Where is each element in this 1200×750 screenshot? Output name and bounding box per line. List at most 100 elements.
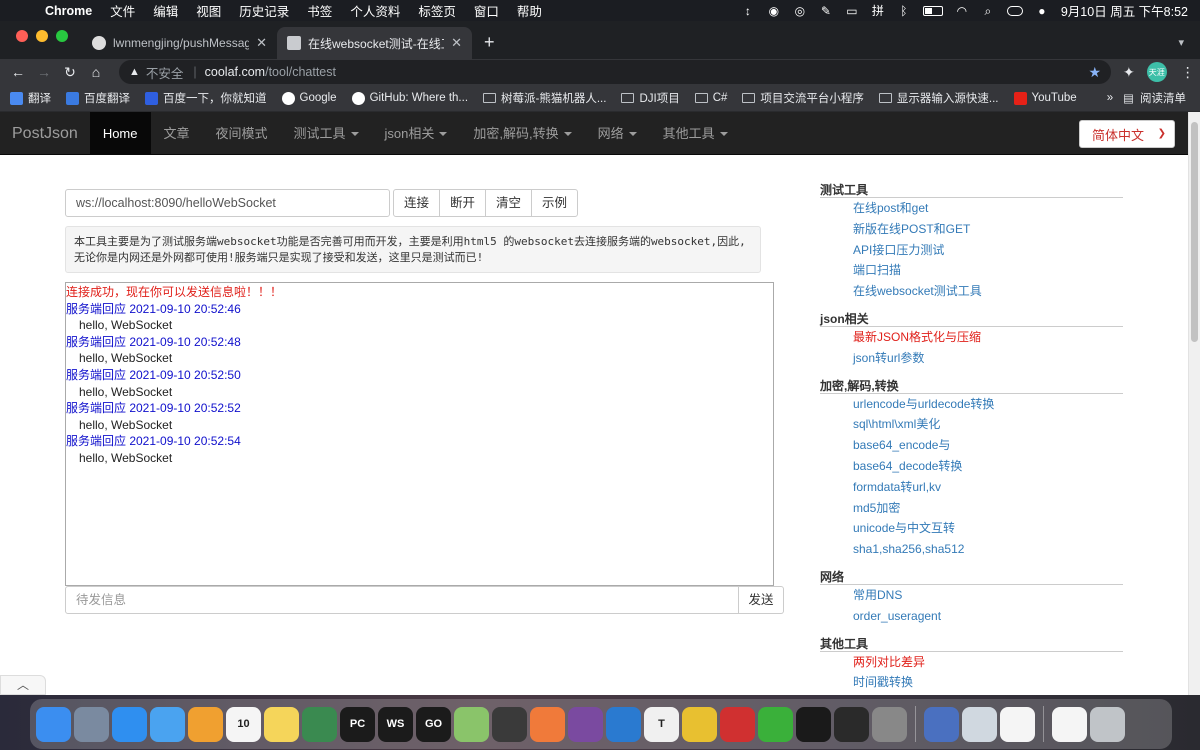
back-to-top-button[interactable]: ︿: [0, 675, 46, 695]
bookmark-folder-csharp[interactable]: C#: [694, 92, 727, 104]
minimize-window-button[interactable]: [36, 29, 48, 42]
sidebar-link[interactable]: sha1,sha256,sha512: [820, 539, 1123, 560]
close-tab-icon[interactable]: ✕: [451, 35, 462, 51]
bookmark-folder-raspberry[interactable]: 树莓派-熊猫机器人...: [483, 90, 606, 106]
forklift-icon[interactable]: [492, 706, 527, 742]
bookmarks-overflow-button[interactable]: »: [1107, 92, 1113, 104]
back-icon[interactable]: ←: [5, 64, 31, 80]
new-tab-button[interactable]: +: [472, 32, 507, 59]
link-app-icon[interactable]: [924, 706, 959, 742]
wifi-icon[interactable]: ◠: [955, 5, 969, 17]
menu-item[interactable]: 编辑: [144, 1, 187, 20]
sidebar-link[interactable]: unicode与中文互转: [820, 518, 1123, 539]
activity-monitor-icon[interactable]: [834, 706, 869, 742]
tab-github[interactable]: lwnmengjing/pushMessage: Gi ✕: [82, 27, 277, 59]
arc-icon[interactable]: [302, 706, 337, 742]
sidebar-link[interactable]: md5加密: [820, 498, 1123, 519]
bookmark-folder-project[interactable]: 项目交流平台小程序: [742, 90, 864, 106]
menu-item[interactable]: 帮助: [508, 1, 551, 20]
input-arrows-icon[interactable]: ↕: [741, 5, 755, 17]
sidebar-link[interactable]: 时间戳转换: [820, 672, 1123, 693]
bookmark-folder-dji[interactable]: DJI项目: [621, 90, 680, 106]
sidebar-link[interactable]: base64_decode转换: [820, 456, 1123, 477]
message-input[interactable]: 待发信息: [65, 586, 739, 614]
forward-icon[interactable]: →: [31, 64, 57, 80]
sidebar-link[interactable]: base64_encode与: [820, 435, 1123, 456]
bookmark-github[interactable]: GitHub: Where th...: [351, 91, 468, 105]
menu-item[interactable]: 标签页: [409, 1, 465, 20]
menu-item[interactable]: 历史记录: [230, 1, 298, 20]
site-brand[interactable]: PostJson: [0, 112, 90, 155]
vscode-icon[interactable]: [606, 706, 641, 742]
calendar-icon[interactable]: 10: [226, 706, 261, 742]
disconnect-button[interactable]: 断开: [439, 189, 487, 217]
warning-icon[interactable]: ▲: [129, 66, 140, 78]
language-select[interactable]: 简体中文 ❯: [1079, 120, 1175, 148]
nav-link[interactable]: 其他工具: [650, 112, 741, 155]
nav-link[interactable]: 加密,解码,转换: [460, 112, 584, 155]
safari-icon[interactable]: [112, 706, 147, 742]
reading-list-button[interactable]: ▤ 阅读清单: [1123, 90, 1186, 106]
chat-icon[interactable]: [454, 706, 489, 742]
bookmark-baidu[interactable]: 百度一下，你就知道: [145, 90, 267, 106]
close-window-button[interactable]: [16, 29, 28, 42]
terminal-icon[interactable]: [796, 706, 831, 742]
sidebar-link[interactable]: formdata转url,kv: [820, 477, 1123, 498]
document-icon[interactable]: [1052, 706, 1087, 742]
menu-item[interactable]: 文件: [101, 1, 144, 20]
clear-button[interactable]: 清空: [485, 189, 533, 217]
printer-icon[interactable]: ▭: [845, 5, 859, 17]
github-desktop-icon[interactable]: [568, 706, 603, 742]
photos-icon[interactable]: [188, 706, 223, 742]
sidebar-link[interactable]: urlencode与urldecode转换: [820, 394, 1123, 415]
address-bar[interactable]: ▲ 不安全 | coolaf.com/tool/chattest ★: [119, 60, 1111, 84]
page-scrollbar[interactable]: [1188, 112, 1200, 695]
reload-icon[interactable]: ↻: [57, 64, 83, 81]
nav-link[interactable]: 测试工具: [281, 112, 372, 155]
battery-icon[interactable]: [922, 5, 943, 16]
spotlight-search-icon[interactable]: ⌕: [981, 5, 995, 17]
notes-icon[interactable]: [264, 706, 299, 742]
menu-app-name[interactable]: Chrome: [36, 4, 101, 18]
feather-icon[interactable]: ✎: [819, 5, 833, 17]
bookmark-translate[interactable]: 翻译: [10, 90, 51, 106]
sidebar-link[interactable]: 在线websocket测试工具: [820, 281, 1123, 302]
vpn-icon[interactable]: ◎: [793, 5, 807, 17]
sidebar-link[interactable]: order_useragent: [820, 606, 1123, 627]
webstorm-icon[interactable]: WS: [378, 706, 413, 742]
typora-icon[interactable]: T: [644, 706, 679, 742]
transmit-icon[interactable]: [530, 706, 565, 742]
message-log[interactable]: 连接成功，现在你可以发送信息啦！！！ 服务端回应 2021-09-10 20:5…: [65, 282, 774, 586]
launchpad-icon[interactable]: [74, 706, 109, 742]
sidebar-link[interactable]: 端口扫描: [820, 260, 1123, 281]
bookmark-star-icon[interactable]: ★: [1088, 64, 1101, 81]
control-center-icon[interactable]: [1006, 5, 1023, 16]
bookmark-youtube[interactable]: YouTube: [1013, 91, 1077, 105]
security-label[interactable]: 不安全: [146, 63, 184, 82]
menu-item[interactable]: 视图: [187, 1, 230, 20]
pycharm-icon[interactable]: PC: [340, 706, 375, 742]
connect-button[interactable]: 连接: [393, 189, 441, 217]
siri-icon[interactable]: ●: [1035, 5, 1049, 17]
tab-websocket-test[interactable]: 在线websocket测试-在线工具-p ✕: [277, 27, 472, 59]
more-menu-icon[interactable]: ⋮: [1181, 64, 1195, 81]
numbers-icon[interactable]: [1000, 706, 1035, 742]
netease-music-icon[interactable]: [720, 706, 755, 742]
zoom-window-button[interactable]: [56, 29, 68, 42]
chrome-icon[interactable]: [682, 706, 717, 742]
sidebar-link[interactable]: 在线post和get: [820, 198, 1123, 219]
sidebar-link[interactable]: 新版在线POST和GET: [820, 219, 1123, 240]
nav-link[interactable]: 夜间模式: [203, 112, 281, 155]
bookmark-google[interactable]: Google: [281, 91, 337, 105]
finder-icon[interactable]: [36, 706, 71, 742]
preview-icon[interactable]: [962, 706, 997, 742]
goland-icon[interactable]: GO: [416, 706, 451, 742]
websocket-url-input[interactable]: ws://localhost:8090/helloWebSocket: [65, 189, 390, 217]
tab-search-icon[interactable]: ▾: [1178, 36, 1200, 59]
sidebar-link[interactable]: API接口压力测试: [820, 240, 1123, 261]
nav-link[interactable]: Home: [89, 111, 151, 155]
bookmark-folder-display[interactable]: 显示器输入源快速...: [878, 90, 999, 106]
bookmark-baidu-translate[interactable]: 百度翻译: [66, 90, 130, 106]
menu-item[interactable]: 书签: [298, 1, 341, 20]
extensions-icon[interactable]: ✦: [1123, 64, 1135, 81]
